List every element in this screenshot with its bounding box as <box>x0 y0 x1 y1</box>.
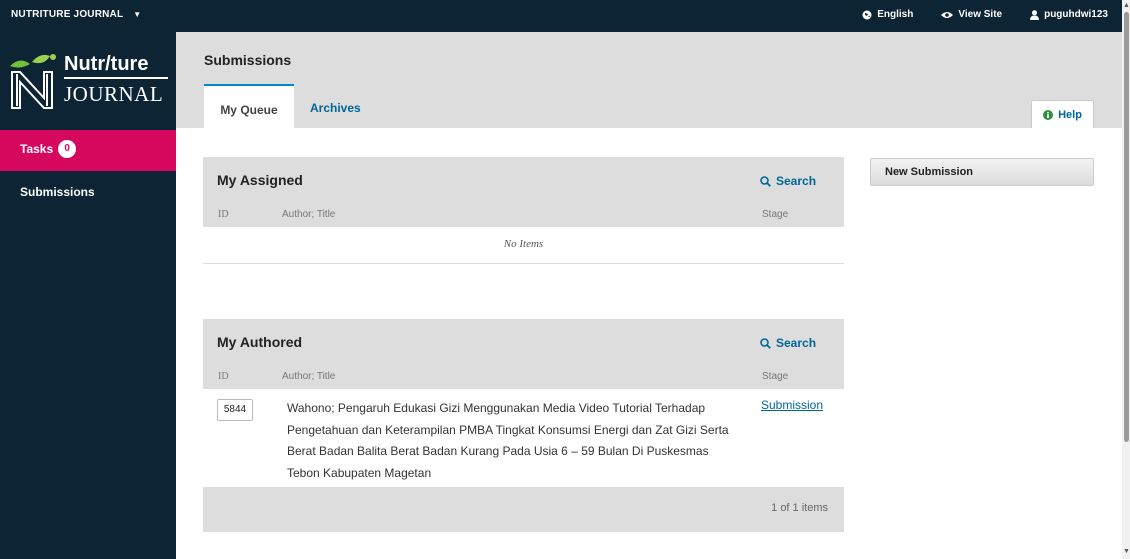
logo-text-bottom: JOURNAL <box>64 82 164 106</box>
page-header: Submissions My Queue Archives Help <box>176 32 1122 128</box>
sidebar-item-tasks[interactable]: Tasks 0 <box>0 130 176 171</box>
journal-switcher[interactable]: NUTRITURE JOURNAL ▼ <box>11 9 141 20</box>
sidebar: Nutr/ture JOURNAL Tasks 0 Submissions <box>0 32 176 559</box>
help-button[interactable]: Help <box>1031 100 1094 128</box>
journal-logo[interactable]: Nutr/ture JOURNAL <box>6 50 172 110</box>
sidebar-item-submissions[interactable]: Submissions <box>20 185 95 199</box>
panel-header: My Authored Search ID Author; Title Stag… <box>203 319 844 389</box>
scroll-up-arrow-icon[interactable]: ▲ <box>1123 2 1130 9</box>
tasks-label: Tasks <box>20 142 54 156</box>
column-header-id: ID <box>218 371 229 382</box>
language-label: English <box>877 9 914 20</box>
column-header-stage: Stage <box>762 209 789 220</box>
logo-divider <box>64 77 168 79</box>
search-label: Search <box>776 174 817 188</box>
top-bar: NUTRITURE JOURNAL ▼ English View Site pu… <box>0 0 1122 32</box>
info-icon <box>1043 109 1054 120</box>
new-submission-button[interactable]: New Submission <box>870 158 1094 186</box>
journal-name: NUTRITURE JOURNAL <box>11 9 124 20</box>
scrollbar[interactable]: ▲ ▼ <box>1122 0 1130 559</box>
tab-archives[interactable]: Archives <box>310 84 361 128</box>
user-menu[interactable]: puguhdwi123 <box>1030 9 1108 20</box>
stage-link[interactable]: Submission <box>761 398 823 412</box>
my-assigned-panel: My Assigned Search ID Author; Title Stag… <box>203 157 844 264</box>
pagination-summary: 1 of 1 items <box>771 502 828 514</box>
scroll-down-arrow-icon[interactable]: ▼ <box>1123 548 1130 555</box>
leaf-n-logo-icon <box>10 54 56 109</box>
page-title: Submissions <box>204 52 292 68</box>
globe-icon <box>862 10 872 19</box>
table-row[interactable]: 5844 Wahono; Pengaruh Edukasi Gizi Mengg… <box>203 389 844 487</box>
panel-title: My Assigned <box>217 172 303 188</box>
column-header-stage: Stage <box>762 371 789 382</box>
search-icon <box>760 337 771 349</box>
empty-state: No Items <box>503 238 544 250</box>
logo-text-top: Nutr/ture <box>64 53 149 75</box>
search-label: Search <box>776 336 817 350</box>
top-links: English View Site puguhdwi123 <box>862 9 1108 20</box>
scrollbar-thumb[interactable] <box>1124 12 1129 442</box>
search-button[interactable]: Search <box>760 174 816 188</box>
help-label: Help <box>1058 108 1082 121</box>
tab-my-queue[interactable]: My Queue <box>204 84 294 128</box>
submission-author-title[interactable]: Wahono; Pengaruh Edukasi Gizi Menggunaka… <box>287 398 735 484</box>
search-button[interactable]: Search <box>760 336 816 350</box>
view-site-link[interactable]: View Site <box>941 9 1002 20</box>
column-header-author-title: Author; Title <box>282 209 336 220</box>
username: puguhdwi123 <box>1044 9 1108 20</box>
view-site-label: View Site <box>958 9 1003 20</box>
eye-icon <box>941 11 954 18</box>
chevron-down-icon: ▼ <box>133 10 142 19</box>
search-icon <box>760 175 771 187</box>
panel-title: My Authored <box>217 334 303 350</box>
my-authored-panel: My Authored Search ID Author; Title Stag… <box>203 319 844 532</box>
language-link[interactable]: English <box>862 9 913 20</box>
panel-footer: 1 of 1 items <box>203 487 844 531</box>
panel-header: My Assigned Search ID Author; Title Stag… <box>203 157 844 227</box>
user-icon <box>1030 9 1040 20</box>
column-header-id: ID <box>218 209 229 220</box>
submission-id-badge: 5844 <box>217 399 253 421</box>
column-header-author-title: Author; Title <box>282 371 336 382</box>
tasks-count-badge: 0 <box>58 140 77 158</box>
